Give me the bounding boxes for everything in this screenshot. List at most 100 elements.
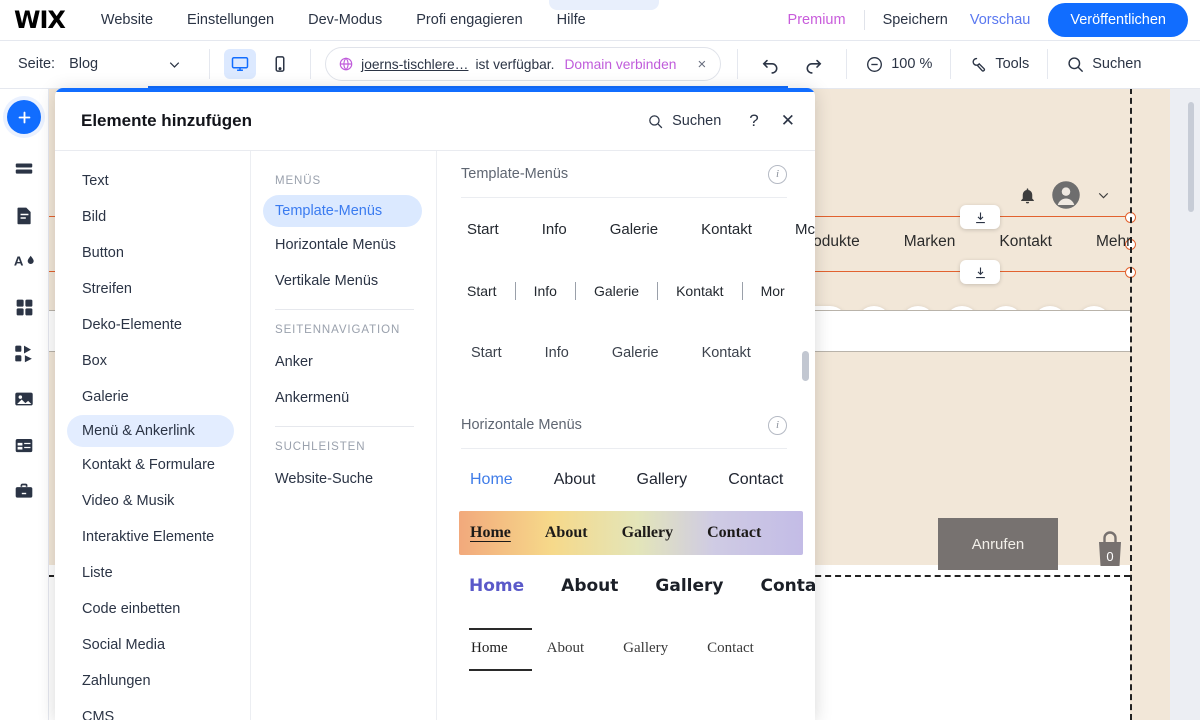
device-mobile-button[interactable] (264, 49, 296, 79)
panel-subcategory-list[interactable]: MENÜS Template-Menüs Horizontale Menüs V… (251, 151, 437, 720)
panel-preview-area[interactable]: Template-Menüs i Start Info Galerie Kont… (437, 151, 815, 720)
menu-profi-engagieren[interactable]: Profi engagieren (416, 12, 522, 28)
publish-button[interactable]: Veröffentlichen (1048, 3, 1188, 37)
call-button[interactable]: Anrufen (938, 518, 1058, 570)
zoom-out-icon[interactable] (865, 55, 884, 74)
sidebar-item-theme[interactable]: A (0, 238, 48, 284)
search-icon (1066, 55, 1085, 74)
category-box[interactable]: Box (55, 343, 250, 379)
site-nav-item[interactable]: Marken (904, 233, 956, 251)
horizontal-menu-preview-2[interactable]: Home About Gallery Contact (459, 511, 803, 555)
chevron-down-icon[interactable] (166, 56, 183, 73)
avatar-icon[interactable] (1051, 180, 1081, 210)
menu-item: Galerie (593, 283, 640, 299)
zoom-level-label: 100 % (891, 56, 933, 72)
device-desktop-button[interactable] (224, 49, 257, 79)
sidebar-item-add-elements[interactable] (0, 88, 48, 146)
subitem-anker[interactable]: Anker (251, 344, 436, 380)
subitem-horizontale-menus[interactable]: Horizontale Menüs (251, 227, 436, 263)
redo-icon[interactable] (803, 54, 824, 75)
canvas-scrollbar[interactable] (1170, 88, 1200, 720)
menu-einstellungen[interactable]: Einstellungen (187, 12, 274, 28)
menu-rule-bottom (469, 669, 532, 671)
menu-item: Start (467, 220, 499, 238)
sidebar-item-business[interactable] (0, 468, 48, 514)
category-social-media[interactable]: Social Media (55, 627, 250, 663)
category-interaktive-elemente[interactable]: Interaktive Elemente (55, 519, 250, 555)
bar-divider (209, 49, 211, 79)
wix-logo[interactable]: WIX (14, 6, 66, 34)
page-selector-value[interactable]: Blog (69, 56, 98, 72)
connect-domain-link[interactable]: Domain verbinden (564, 57, 676, 72)
menu-separator (657, 282, 659, 300)
canvas-scrollbar-thumb[interactable] (1188, 102, 1194, 212)
template-menu-preview-3[interactable]: Start Info Galerie Kontakt (437, 322, 815, 384)
menu-item: About (544, 524, 588, 541)
shopping-bag-icon[interactable]: 0 (1093, 528, 1127, 568)
category-zahlungen[interactable]: Zahlungen (55, 663, 250, 699)
save-button[interactable]: Speichern (883, 12, 948, 28)
chevron-down-icon[interactable] (1095, 187, 1112, 204)
close-icon[interactable]: × (691, 56, 712, 73)
sidebar-item-sections[interactable] (0, 146, 48, 192)
category-kontakt-formulare[interactable]: Kontakt & Formulare (55, 447, 250, 483)
category-liste[interactable]: Liste (55, 555, 250, 591)
preview-scrollbar-thumb[interactable] (802, 351, 809, 381)
horizontal-menu-preview-4[interactable]: Home About Gallery Contact (437, 617, 815, 679)
category-menu-ankerlink[interactable]: Menü & Ankerlink (67, 415, 234, 447)
info-icon[interactable]: i (768, 415, 787, 435)
horizontal-menu-preview-1[interactable]: Home About Gallery Contact (437, 449, 815, 511)
category-text[interactable]: Text (55, 163, 250, 199)
dock-bottom-button[interactable] (960, 260, 1000, 284)
history-controls (738, 54, 846, 75)
subitem-template-menus[interactable]: Template-Menüs (263, 195, 422, 227)
category-bild[interactable]: Bild (55, 199, 250, 235)
top-divider (863, 10, 865, 30)
info-icon[interactable]: i (768, 164, 787, 184)
subitem-ankermenu[interactable]: Ankermenü (251, 380, 436, 416)
premium-link[interactable]: Premium (788, 12, 846, 28)
close-icon[interactable]: ✕ (781, 111, 795, 131)
briefcase-icon (13, 481, 35, 502)
category-streifen[interactable]: Streifen (55, 271, 250, 307)
sidebar-item-automations[interactable] (0, 330, 48, 376)
category-button[interactable]: Button (55, 235, 250, 271)
undo-icon[interactable] (760, 54, 781, 75)
editor-search-button[interactable]: Suchen (1048, 55, 1159, 74)
template-menu-preview-2[interactable]: Start Info Galerie Kontakt Mor (437, 260, 815, 322)
domain-name[interactable]: joerns-tischlere… (361, 57, 468, 72)
menu-dev-modus[interactable]: Dev-Modus (308, 12, 382, 28)
menu-website[interactable]: Website (101, 12, 153, 28)
site-nav-item[interactable]: rodukte (808, 233, 860, 251)
preview-button[interactable]: Vorschau (970, 12, 1030, 28)
site-nav-item[interactable]: Mehr (1096, 233, 1131, 251)
sidebar-item-media[interactable] (0, 376, 48, 422)
theme-icon: A (13, 250, 36, 272)
category-galerie[interactable]: Galerie (55, 379, 250, 415)
dock-top-button[interactable] (960, 205, 1000, 229)
section-header-horizontale-menus: Horizontale Menüs i (437, 402, 815, 448)
sidebar-item-cms[interactable] (0, 422, 48, 468)
subitem-vertikale-menus[interactable]: Vertikale Menüs (251, 263, 436, 299)
category-video-musik[interactable]: Video & Musik (55, 483, 250, 519)
menu-item-active: Home (471, 639, 508, 656)
template-menu-preview-1[interactable]: Start Info Galerie Kontakt Mc (437, 198, 815, 260)
site-nav-item[interactable]: Kontakt (999, 233, 1052, 251)
bell-icon[interactable] (1018, 186, 1037, 205)
sidebar-item-pages[interactable] (0, 192, 48, 238)
layout-guide-vertical (1130, 88, 1132, 720)
help-icon[interactable]: ? (749, 111, 758, 131)
subitem-website-suche[interactable]: Website-Suche (251, 461, 436, 497)
menu-hilfe[interactable]: Hilfe (557, 12, 586, 28)
sidebar-item-apps[interactable] (0, 284, 48, 330)
category-cms[interactable]: CMS (55, 699, 250, 720)
section-title: Horizontale Menüs (461, 417, 582, 433)
panel-search-button[interactable]: Suchen (647, 113, 721, 130)
panel-category-list[interactable]: Text Bild Button Streifen Deko-Elemente … (55, 151, 251, 720)
horizontal-menu-preview-3[interactable]: Home About Gallery Contact (437, 555, 815, 617)
category-code-einbetten[interactable]: Code einbetten (55, 591, 250, 627)
zoom-control[interactable]: 100 % (847, 55, 950, 74)
tools-button[interactable]: Tools (951, 55, 1047, 74)
cart-count: 0 (1106, 549, 1113, 564)
category-deko-elemente[interactable]: Deko-Elemente (55, 307, 250, 343)
